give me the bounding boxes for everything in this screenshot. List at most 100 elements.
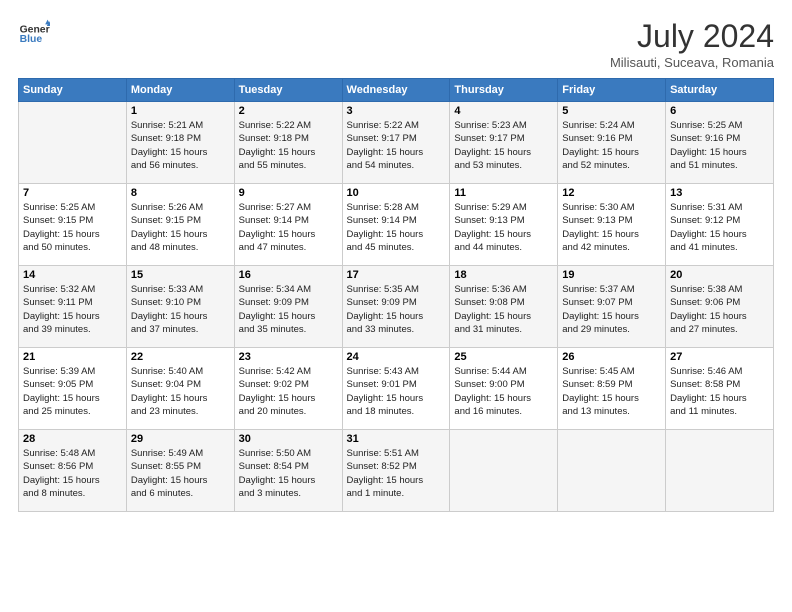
day-number: 2 bbox=[239, 105, 338, 117]
day-number: 15 bbox=[131, 269, 230, 281]
header: General Blue July 2024 Milisauti, Suceav… bbox=[18, 18, 774, 70]
calendar-cell: 1Sunrise: 5:21 AM Sunset: 9:18 PM Daylig… bbox=[126, 102, 234, 184]
calendar-cell: 17Sunrise: 5:35 AM Sunset: 9:09 PM Dayli… bbox=[342, 266, 450, 348]
calendar-table: SundayMondayTuesdayWednesdayThursdayFrid… bbox=[18, 78, 774, 512]
week-row-4: 21 Sunrise: 5:39 AM Sunset: 9:05 PM Dayli… bbox=[19, 348, 774, 430]
col-header-wednesday: Wednesday bbox=[342, 79, 450, 102]
day-number: 19 bbox=[562, 269, 661, 281]
day-number: 6 bbox=[670, 105, 769, 117]
day-number: 28 bbox=[23, 433, 122, 445]
week-row-5: 28 Sunrise: 5:48 AM Sunset: 8:56 PM Dayli… bbox=[19, 430, 774, 512]
day-info: Sunrise: 5:50 AM Sunset: 8:54 PM Dayligh… bbox=[239, 447, 338, 500]
calendar-cell: 18 Sunrise: 5:36 AM Sunset: 9:08 PM Dayli… bbox=[450, 266, 558, 348]
day-info: Sunrise: 5:25 AM Sunset: 9:15 PM Dayligh… bbox=[23, 201, 122, 254]
calendar-cell: 20 Sunrise: 5:38 AM Sunset: 9:06 PM Dayli… bbox=[666, 266, 774, 348]
calendar-cell: 27 Sunrise: 5:46 AM Sunset: 8:58 PM Dayli… bbox=[666, 348, 774, 430]
calendar-cell: 28 Sunrise: 5:48 AM Sunset: 8:56 PM Dayli… bbox=[19, 430, 127, 512]
day-number: 30 bbox=[239, 433, 338, 445]
calendar-cell bbox=[19, 102, 127, 184]
col-header-friday: Friday bbox=[558, 79, 666, 102]
day-info: Sunrise: 5:46 AM Sunset: 8:58 PM Dayligh… bbox=[670, 365, 769, 418]
day-info: Sunrise: 5:40 AM Sunset: 9:04 PM Dayligh… bbox=[131, 365, 230, 418]
day-info: Sunrise: 5:44 AM Sunset: 9:00 PM Dayligh… bbox=[454, 365, 553, 418]
day-info: Sunrise: 5:45 AM Sunset: 8:59 PM Dayligh… bbox=[562, 365, 661, 418]
day-info: Sunrise: 5:51 AM Sunset: 8:52 PM Dayligh… bbox=[347, 447, 446, 500]
day-number: 18 bbox=[454, 269, 553, 281]
week-row-1: 1Sunrise: 5:21 AM Sunset: 9:18 PM Daylig… bbox=[19, 102, 774, 184]
day-number: 27 bbox=[670, 351, 769, 363]
day-info: Sunrise: 5:26 AM Sunset: 9:15 PM Dayligh… bbox=[131, 201, 230, 254]
day-info: Sunrise: 5:28 AM Sunset: 9:14 PM Dayligh… bbox=[347, 201, 446, 254]
calendar-cell: 24 Sunrise: 5:43 AM Sunset: 9:01 PM Dayli… bbox=[342, 348, 450, 430]
day-number: 4 bbox=[454, 105, 553, 117]
day-info: Sunrise: 5:48 AM Sunset: 8:56 PM Dayligh… bbox=[23, 447, 122, 500]
title-block: July 2024 Milisauti, Suceava, Romania bbox=[610, 18, 774, 70]
day-number: 31 bbox=[347, 433, 446, 445]
calendar-cell: 2 Sunrise: 5:22 AM Sunset: 9:18 PM Daylig… bbox=[234, 102, 342, 184]
day-number: 7 bbox=[23, 187, 122, 199]
day-info: Sunrise: 5:42 AM Sunset: 9:02 PM Dayligh… bbox=[239, 365, 338, 418]
calendar-cell: 11 Sunrise: 5:29 AM Sunset: 9:13 PM Dayli… bbox=[450, 184, 558, 266]
col-header-saturday: Saturday bbox=[666, 79, 774, 102]
week-row-2: 7 Sunrise: 5:25 AM Sunset: 9:15 PM Daylig… bbox=[19, 184, 774, 266]
calendar-cell: 4 Sunrise: 5:23 AM Sunset: 9:17 PM Daylig… bbox=[450, 102, 558, 184]
day-number: 12 bbox=[562, 187, 661, 199]
day-number: 22 bbox=[131, 351, 230, 363]
day-number: 1 bbox=[131, 105, 230, 117]
day-number: 23 bbox=[239, 351, 338, 363]
calendar-cell: 9 Sunrise: 5:27 AM Sunset: 9:14 PM Daylig… bbox=[234, 184, 342, 266]
calendar-cell: 21 Sunrise: 5:39 AM Sunset: 9:05 PM Dayli… bbox=[19, 348, 127, 430]
main-container: General Blue July 2024 Milisauti, Suceav… bbox=[0, 0, 792, 522]
day-number: 20 bbox=[670, 269, 769, 281]
logo-icon: General Blue bbox=[18, 18, 50, 50]
day-number: 25 bbox=[454, 351, 553, 363]
day-info: Sunrise: 5:43 AM Sunset: 9:01 PM Dayligh… bbox=[347, 365, 446, 418]
day-number: 24 bbox=[347, 351, 446, 363]
col-header-tuesday: Tuesday bbox=[234, 79, 342, 102]
calendar-cell: 13Sunrise: 5:31 AM Sunset: 9:12 PM Dayli… bbox=[666, 184, 774, 266]
calendar-cell: 16 Sunrise: 5:34 AM Sunset: 9:09 PM Dayli… bbox=[234, 266, 342, 348]
location-subtitle: Milisauti, Suceava, Romania bbox=[610, 55, 774, 70]
day-number: 21 bbox=[23, 351, 122, 363]
day-number: 16 bbox=[239, 269, 338, 281]
day-info: Sunrise: 5:37 AM Sunset: 9:07 PM Dayligh… bbox=[562, 283, 661, 336]
calendar-cell bbox=[666, 430, 774, 512]
day-info: Sunrise: 5:34 AM Sunset: 9:09 PM Dayligh… bbox=[239, 283, 338, 336]
day-number: 8 bbox=[131, 187, 230, 199]
day-number: 17 bbox=[347, 269, 446, 281]
calendar-cell: 31 Sunrise: 5:51 AM Sunset: 8:52 PM Dayli… bbox=[342, 430, 450, 512]
calendar-cell: 25 Sunrise: 5:44 AM Sunset: 9:00 PM Dayli… bbox=[450, 348, 558, 430]
day-info: Sunrise: 5:49 AM Sunset: 8:55 PM Dayligh… bbox=[131, 447, 230, 500]
day-number: 29 bbox=[131, 433, 230, 445]
calendar-cell: 14Sunrise: 5:32 AM Sunset: 9:11 PM Dayli… bbox=[19, 266, 127, 348]
logo: General Blue bbox=[18, 18, 50, 50]
calendar-cell bbox=[558, 430, 666, 512]
calendar-cell: 6Sunrise: 5:25 AM Sunset: 9:16 PM Daylig… bbox=[666, 102, 774, 184]
day-number: 9 bbox=[239, 187, 338, 199]
day-info: Sunrise: 5:22 AM Sunset: 9:17 PM Dayligh… bbox=[347, 119, 446, 172]
day-number: 11 bbox=[454, 187, 553, 199]
day-number: 3 bbox=[347, 105, 446, 117]
calendar-cell: 30 Sunrise: 5:50 AM Sunset: 8:54 PM Dayli… bbox=[234, 430, 342, 512]
day-info: Sunrise: 5:38 AM Sunset: 9:06 PM Dayligh… bbox=[670, 283, 769, 336]
calendar-cell: 19 Sunrise: 5:37 AM Sunset: 9:07 PM Dayli… bbox=[558, 266, 666, 348]
svg-text:Blue: Blue bbox=[20, 34, 43, 45]
day-number: 10 bbox=[347, 187, 446, 199]
day-number: 14 bbox=[23, 269, 122, 281]
day-info: Sunrise: 5:23 AM Sunset: 9:17 PM Dayligh… bbox=[454, 119, 553, 172]
day-info: Sunrise: 5:33 AM Sunset: 9:10 PM Dayligh… bbox=[131, 283, 230, 336]
calendar-cell: 3 Sunrise: 5:22 AM Sunset: 9:17 PM Daylig… bbox=[342, 102, 450, 184]
calendar-cell: 10 Sunrise: 5:28 AM Sunset: 9:14 PM Dayli… bbox=[342, 184, 450, 266]
day-number: 26 bbox=[562, 351, 661, 363]
day-info: Sunrise: 5:39 AM Sunset: 9:05 PM Dayligh… bbox=[23, 365, 122, 418]
day-info: Sunrise: 5:29 AM Sunset: 9:13 PM Dayligh… bbox=[454, 201, 553, 254]
calendar-cell: 22 Sunrise: 5:40 AM Sunset: 9:04 PM Dayli… bbox=[126, 348, 234, 430]
day-number: 5 bbox=[562, 105, 661, 117]
day-info: Sunrise: 5:27 AM Sunset: 9:14 PM Dayligh… bbox=[239, 201, 338, 254]
day-info: Sunrise: 5:36 AM Sunset: 9:08 PM Dayligh… bbox=[454, 283, 553, 336]
day-info: Sunrise: 5:22 AM Sunset: 9:18 PM Dayligh… bbox=[239, 119, 338, 172]
col-header-thursday: Thursday bbox=[450, 79, 558, 102]
calendar-cell: 26 Sunrise: 5:45 AM Sunset: 8:59 PM Dayli… bbox=[558, 348, 666, 430]
day-info: Sunrise: 5:24 AM Sunset: 9:16 PM Dayligh… bbox=[562, 119, 661, 172]
calendar-header-row: SundayMondayTuesdayWednesdayThursdayFrid… bbox=[19, 79, 774, 102]
